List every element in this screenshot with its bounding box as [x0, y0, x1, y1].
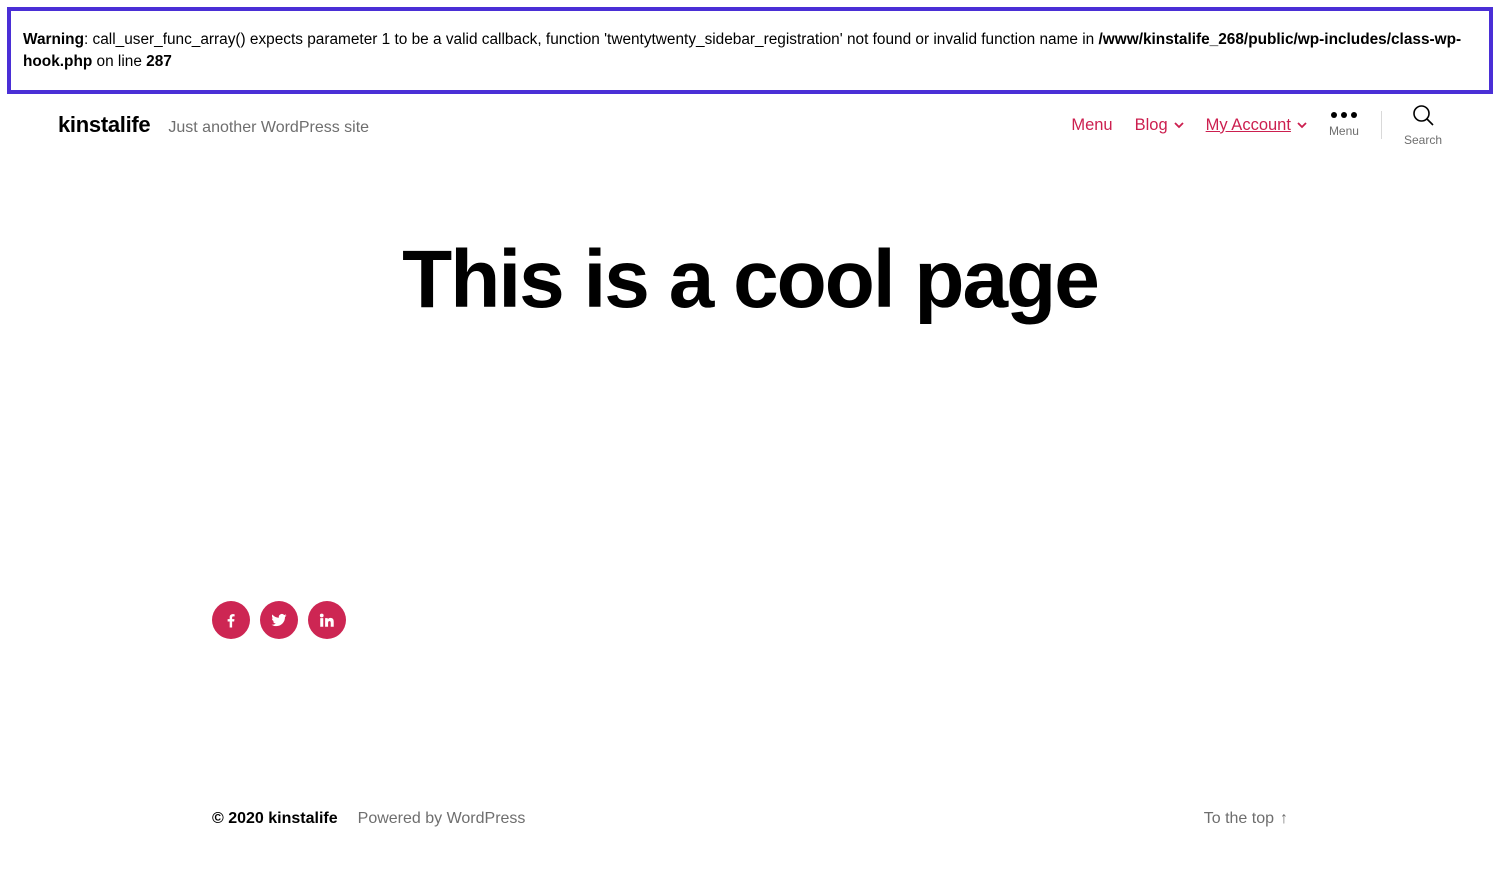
site-title-link[interactable]: kinstalife [58, 112, 150, 138]
linkedin-icon [318, 611, 336, 629]
search-toggle-button[interactable]: Search [1404, 103, 1442, 147]
vertical-divider [1381, 111, 1382, 139]
nav-link-blog[interactable]: Blog [1135, 116, 1184, 135]
page-title: This is a cool page [0, 239, 1500, 321]
to-top-button[interactable]: To the top ↑ [1204, 810, 1288, 828]
chevron-down-icon [1174, 120, 1184, 130]
site-footer: © 2020 kinstalife Powered by WordPress T… [0, 810, 1500, 828]
footer-left: © 2020 kinstalife Powered by WordPress [212, 810, 525, 828]
social-links [212, 601, 1500, 639]
site-header: kinstalife Just another WordPress site M… [0, 101, 1500, 149]
nav-link-my-account-label: My Account [1206, 116, 1291, 135]
warning-on-line: on line [92, 53, 146, 70]
warning-message: : call_user_func_array() expects paramet… [84, 31, 1099, 48]
warning-label: Warning [23, 31, 84, 48]
primary-nav: Menu Blog My Account [1071, 116, 1307, 135]
site-header-right: Menu Blog My Account Menu [1071, 103, 1442, 147]
nav-link-blog-label: Blog [1135, 116, 1168, 135]
social-linkedin-button[interactable] [308, 601, 346, 639]
twitter-icon [270, 611, 288, 629]
arrow-up-icon: ↑ [1280, 810, 1288, 828]
menu-toggle-button[interactable]: Menu [1329, 112, 1359, 138]
php-warning-banner: Warning: call_user_func_array() expects … [7, 7, 1493, 94]
search-icon [1411, 103, 1435, 127]
facebook-icon [222, 611, 240, 629]
warning-line-number: 287 [146, 53, 172, 70]
search-toggle-label: Search [1404, 133, 1442, 147]
nav-link-my-account[interactable]: My Account [1206, 116, 1307, 135]
footer-copyright: © 2020 kinstalife [212, 810, 338, 828]
site-branding: kinstalife Just another WordPress site [58, 112, 369, 138]
footer-powered-link[interactable]: Powered by WordPress [358, 810, 526, 828]
social-facebook-button[interactable] [212, 601, 250, 639]
menu-toggle-label: Menu [1329, 124, 1359, 138]
chevron-down-icon [1297, 120, 1307, 130]
site-tagline: Just another WordPress site [168, 119, 369, 137]
social-twitter-button[interactable] [260, 601, 298, 639]
horizontal-dots-icon [1331, 112, 1357, 118]
nav-link-menu[interactable]: Menu [1071, 116, 1112, 135]
to-top-label: To the top [1204, 810, 1274, 828]
